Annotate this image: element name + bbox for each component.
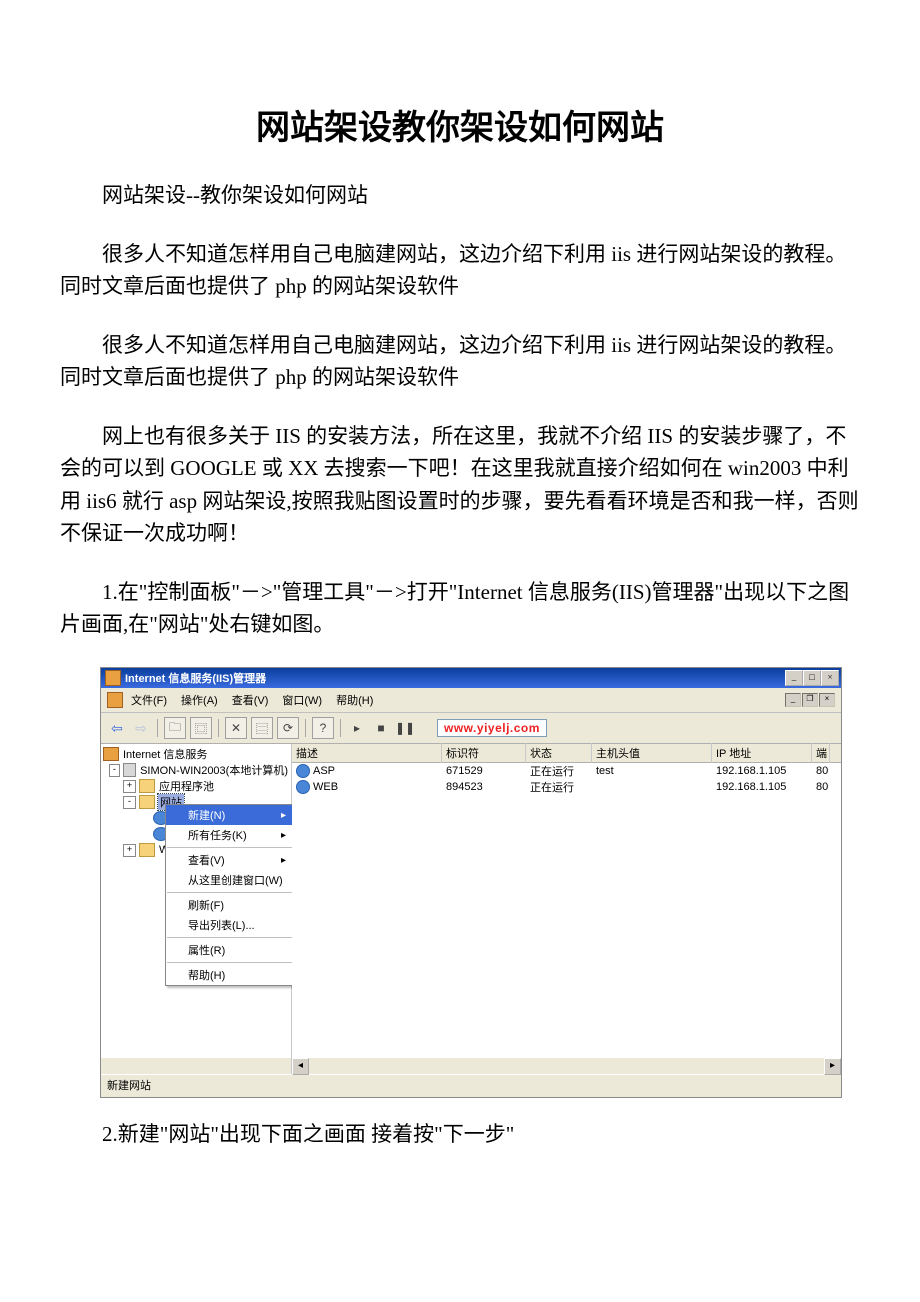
col-hostheader[interactable]: 主机头值: [592, 743, 712, 763]
status-bar: 新建网站: [101, 1074, 841, 1097]
window-title: Internet 信息服务(IIS)管理器: [125, 670, 785, 686]
pause-button[interactable]: ❚❚: [395, 718, 415, 738]
list-row[interactable]: WEB 894523 正在运行 192.168.1.105 80: [292, 779, 841, 795]
server-icon: [103, 747, 119, 761]
menu-window[interactable]: 窗口(W): [282, 692, 322, 708]
ctx-view[interactable]: 查看(V)▸: [166, 850, 292, 870]
toolbar: ⇦ ⇨ 🗀 ⿴ ✕ ⿳ ⟳ ? ▸ ■ ❚❚ www.yiyelj.com: [101, 713, 841, 744]
paragraph-4: 1.在"控制面板"－>"管理工具"－>打开"Internet 信息服务(IIS)…: [60, 576, 860, 641]
show-hide-button[interactable]: ⿴: [190, 717, 212, 739]
window-titlebar[interactable]: Internet 信息服务(IIS)管理器 _ □ ×: [101, 668, 841, 688]
ctx-export[interactable]: 导出列表(L)...: [166, 915, 292, 935]
tree-host[interactable]: - SIMON-WIN2003(本地计算机): [101, 762, 291, 778]
folder-icon: [139, 779, 155, 793]
ctx-new[interactable]: 新建(N)▸: [166, 805, 292, 825]
properties-button[interactable]: ⿳: [251, 717, 273, 739]
back-button[interactable]: ⇦: [107, 718, 127, 738]
col-ip[interactable]: IP 地址: [712, 743, 812, 763]
doc-subtitle: 网站架设--教你架设如何网站: [60, 179, 860, 212]
tree-root[interactable]: Internet 信息服务: [101, 746, 291, 762]
paragraph-3: 网上也有很多关于 IIS 的安装方法，所在这里，我就不介绍 IIS 的安装步骤了…: [60, 420, 860, 550]
up-button[interactable]: 🗀: [164, 717, 186, 739]
globe-icon: [296, 780, 310, 794]
horizontal-scrollbar[interactable]: ◂ ▸: [101, 1058, 841, 1074]
mdi-min-button[interactable]: _: [785, 693, 801, 707]
mdi-restore-button[interactable]: ❐: [802, 693, 818, 707]
paragraph-5: 2.新建"网站"出现下面之画面 接着按"下一步": [60, 1118, 860, 1151]
menu-view[interactable]: 查看(V): [232, 692, 269, 708]
paragraph-1: 很多人不知道怎样用自己电脑建网站，这边介绍下利用 iis 进行网站架设的教程。同…: [60, 238, 860, 303]
computer-icon: [123, 763, 136, 777]
close-button[interactable]: ×: [821, 670, 839, 686]
refresh-button[interactable]: ⟳: [277, 717, 299, 739]
delete-button[interactable]: ✕: [225, 717, 247, 739]
list-panel[interactable]: 描述 标识符 状态 主机头值 IP 地址 端 ASP 671529 正在运行 t…: [292, 744, 841, 1074]
context-menu: 新建(N)▸ 所有任务(K)▸ 查看(V)▸ 从这里创建窗口(W) 刷新(F) …: [165, 804, 292, 986]
ctx-new-window-here[interactable]: 从这里创建窗口(W): [166, 870, 292, 890]
forward-button[interactable]: ⇨: [131, 718, 151, 738]
app-icon: [105, 670, 121, 686]
tree-apppools[interactable]: + 应用程序池: [101, 778, 291, 794]
minimize-button[interactable]: _: [785, 670, 803, 686]
col-desc[interactable]: 描述: [292, 743, 442, 763]
col-state[interactable]: 状态: [526, 743, 592, 763]
stop-button[interactable]: ■: [371, 718, 391, 738]
ctx-properties[interactable]: 属性(R): [166, 940, 292, 960]
menu-action[interactable]: 操作(A): [181, 692, 218, 708]
url-watermark: www.yiyelj.com: [437, 719, 547, 737]
list-row[interactable]: ASP 671529 正在运行 test 192.168.1.105 80: [292, 763, 841, 779]
column-headers[interactable]: 描述 标识符 状态 主机头值 IP 地址 端: [292, 744, 841, 763]
help-toolbutton[interactable]: ?: [312, 717, 334, 739]
scroll-right-button[interactable]: ▸: [824, 1058, 841, 1075]
tree-panel[interactable]: Internet 信息服务 - SIMON-WIN2003(本地计算机) + 应…: [101, 744, 292, 1074]
scroll-left-button[interactable]: ◂: [292, 1058, 309, 1075]
folder-icon: [139, 843, 155, 857]
iis-window: Internet 信息服务(IIS)管理器 _ □ × 文件(F) 操作(A) …: [100, 667, 842, 1098]
menubar: 文件(F) 操作(A) 查看(V) 窗口(W) 帮助(H) _ ❐ ×: [101, 688, 841, 713]
ctx-help[interactable]: 帮助(H): [166, 965, 292, 985]
col-id[interactable]: 标识符: [442, 743, 526, 763]
col-port[interactable]: 端: [812, 743, 830, 763]
play-button[interactable]: ▸: [347, 718, 367, 738]
menu-help[interactable]: 帮助(H): [336, 692, 373, 708]
ctx-refresh[interactable]: 刷新(F): [166, 895, 292, 915]
maximize-button[interactable]: □: [803, 670, 821, 686]
doc-title: 网站架设教你架设如何网站: [60, 100, 860, 149]
folder-icon: [139, 795, 155, 809]
ctx-tasks[interactable]: 所有任务(K)▸: [166, 825, 292, 845]
paragraph-2: 很多人不知道怎样用自己电脑建网站，这边介绍下利用 iis 进行网站架设的教程。同…: [60, 329, 860, 394]
client-area: Internet 信息服务 - SIMON-WIN2003(本地计算机) + 应…: [101, 744, 841, 1074]
mdi-close-button[interactable]: ×: [819, 693, 835, 707]
mdi-icon: [107, 692, 123, 708]
globe-icon: [296, 764, 310, 778]
menu-file[interactable]: 文件(F): [131, 692, 167, 708]
